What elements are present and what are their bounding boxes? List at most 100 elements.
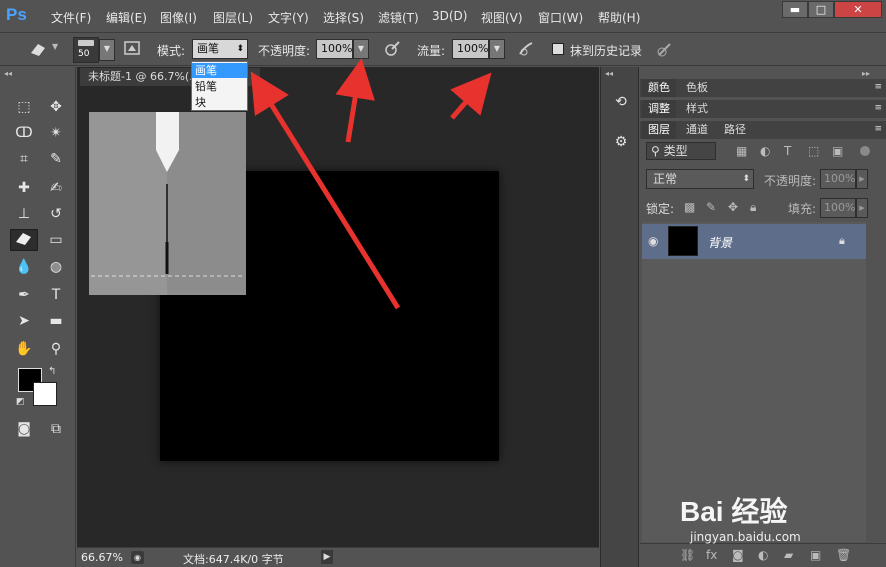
clone-stamp-tool-icon[interactable]: ⊥ bbox=[12, 203, 36, 225]
tab-paths[interactable]: 路径 bbox=[718, 121, 752, 139]
background-color-swatch[interactable] bbox=[33, 382, 57, 406]
gradient-tool-icon[interactable]: ▭ bbox=[44, 229, 68, 251]
flow-dropdown[interactable]: ▼ bbox=[489, 39, 505, 59]
healing-brush-tool-icon[interactable]: ✚ bbox=[12, 177, 36, 199]
filter-type-icon[interactable]: T bbox=[784, 144, 791, 158]
brush-preview-overlay bbox=[89, 112, 246, 295]
menu-type[interactable]: 文字(Y) bbox=[268, 9, 309, 26]
menu-3d[interactable]: 3D(D) bbox=[432, 9, 467, 23]
opacity-input[interactable]: 100% bbox=[316, 39, 353, 59]
menu-edit[interactable]: 编辑(E) bbox=[106, 9, 147, 26]
brush-preset-dropdown[interactable]: ▼ bbox=[99, 39, 115, 61]
magic-wand-tool-icon[interactable]: ✴ bbox=[44, 122, 68, 144]
layer-filter-select[interactable]: ⚲ 类型 bbox=[646, 142, 716, 160]
hand-tool-icon[interactable]: ✋ bbox=[12, 338, 36, 360]
status-share-icon[interactable]: ◉ bbox=[131, 551, 144, 564]
lock-transparent-icon[interactable]: ▩ bbox=[684, 200, 695, 214]
move-tool-icon[interactable]: ✥ bbox=[44, 96, 68, 118]
opacity-dropdown[interactable]: ▼ bbox=[353, 39, 369, 59]
panel-menu-icon[interactable]: ≡ bbox=[874, 82, 882, 92]
fill-input[interactable]: 100% bbox=[820, 198, 856, 218]
layer-opacity-dropdown[interactable]: ▶ bbox=[856, 169, 868, 189]
lock-image-icon[interactable]: ✎ bbox=[706, 200, 716, 214]
brush-tool-icon[interactable]: ✍ bbox=[44, 177, 68, 199]
collapse-dock-icon[interactable]: ▸▸ bbox=[862, 69, 870, 78]
watermark: Bai 经验 jingyan.baidu.com bbox=[680, 470, 880, 560]
menu-layer[interactable]: 图层(L) bbox=[213, 9, 253, 26]
tab-channels[interactable]: 通道 bbox=[680, 121, 714, 139]
airbrush-icon[interactable] bbox=[517, 40, 537, 60]
brush-preset-picker[interactable]: 50 bbox=[73, 37, 99, 63]
filter-toggle[interactable] bbox=[860, 146, 870, 156]
brush-preset-icon bbox=[78, 40, 94, 46]
sponge-tool-icon[interactable]: ◍ bbox=[44, 256, 68, 278]
pen-tool-icon[interactable]: ✒ bbox=[12, 284, 36, 306]
flow-input[interactable]: 100% bbox=[452, 39, 489, 59]
tab-swatches[interactable]: 色板 bbox=[680, 79, 714, 97]
quick-mask-icon[interactable]: ◙ bbox=[12, 418, 36, 440]
layer-name: 背景 bbox=[708, 236, 733, 250]
layer-opacity-input[interactable]: 100% bbox=[820, 169, 856, 189]
panel-menu-icon[interactable]: ≡ bbox=[874, 124, 882, 134]
eraser-icon[interactable] bbox=[28, 39, 48, 59]
menu-image[interactable]: 图像(I) bbox=[160, 9, 197, 26]
filter-pixel-icon[interactable]: ▦ bbox=[736, 144, 747, 158]
lasso-tool-icon[interactable]: ↀ bbox=[12, 122, 36, 144]
document-info: 文档:647.4K/0 字节 bbox=[183, 553, 284, 566]
blend-mode-select[interactable]: 正常 ⬍ bbox=[646, 169, 754, 189]
eraser-tool-icon[interactable] bbox=[10, 229, 38, 251]
menu-view[interactable]: 视图(V) bbox=[481, 9, 523, 26]
swap-colors-icon[interactable]: ↰ bbox=[48, 366, 56, 377]
minimize-button[interactable]: ▬ bbox=[782, 1, 808, 18]
ps-logo: Ps bbox=[6, 5, 27, 24]
type-tool-icon[interactable]: T bbox=[44, 284, 68, 306]
menu-help[interactable]: 帮助(H) bbox=[598, 9, 640, 26]
tab-layers[interactable]: 图层 bbox=[642, 121, 676, 139]
filter-smartobject-icon[interactable]: ▣ bbox=[832, 144, 843, 158]
properties-panel-icon[interactable]: ⚙ bbox=[609, 131, 633, 153]
mode-option-block[interactable]: 块 bbox=[192, 95, 247, 110]
mode-select[interactable]: 画笔 ⬍ bbox=[192, 39, 248, 59]
mode-option-pencil[interactable]: 铅笔 bbox=[192, 79, 247, 94]
screen-mode-icon[interactable]: ⧉ bbox=[44, 418, 68, 440]
eyedropper-tool-icon[interactable]: ✎ bbox=[44, 148, 68, 170]
tool-preset-chevron-icon[interactable]: ▼ bbox=[52, 42, 58, 51]
tab-adjustments[interactable]: 调整 bbox=[642, 100, 676, 118]
expand-panels-icon[interactable]: ◂◂ bbox=[605, 69, 613, 78]
rectangle-tool-icon[interactable]: ▬ bbox=[44, 310, 68, 332]
mode-option-brush[interactable]: 画笔 bbox=[192, 63, 247, 78]
zoom-tool-icon[interactable]: ⚲ bbox=[44, 338, 68, 360]
toggle-brush-panel-icon[interactable] bbox=[122, 39, 142, 59]
tab-color[interactable]: 颜色 bbox=[642, 79, 676, 97]
menu-select[interactable]: 选择(S) bbox=[323, 9, 364, 26]
history-panel-icon[interactable]: ⟲ bbox=[609, 91, 633, 113]
path-select-tool-icon[interactable]: ➤ bbox=[12, 310, 36, 332]
marquee-tool-icon[interactable]: ⬚ bbox=[12, 96, 36, 118]
erase-history-checkbox[interactable] bbox=[552, 43, 564, 55]
status-menu-arrow-icon[interactable]: ▶ bbox=[321, 550, 333, 564]
adjustments-panel-header: 调整 样式 ≡ bbox=[640, 100, 886, 118]
fill-dropdown[interactable]: ▶ bbox=[856, 198, 868, 218]
menu-filter[interactable]: 滤镜(T) bbox=[378, 9, 419, 26]
tab-styles[interactable]: 样式 bbox=[680, 100, 714, 118]
filter-adjustment-icon[interactable]: ◐ bbox=[760, 144, 770, 158]
lock-position-icon[interactable]: ✥ bbox=[728, 200, 738, 214]
panel-menu-icon[interactable]: ≡ bbox=[874, 103, 882, 113]
menu-window[interactable]: 窗口(W) bbox=[538, 9, 583, 26]
zoom-level[interactable]: 66.67% bbox=[81, 551, 123, 564]
eye-icon[interactable]: ◉ bbox=[648, 234, 658, 248]
filter-shape-icon[interactable]: ⬚ bbox=[808, 144, 819, 158]
default-colors-icon[interactable]: ◩ bbox=[16, 397, 25, 407]
close-button[interactable]: ✕ bbox=[834, 1, 882, 18]
blur-tool-icon[interactable]: 💧 bbox=[12, 256, 36, 278]
history-brush-tool-icon[interactable]: ↺ bbox=[44, 203, 68, 225]
lock-all-icon[interactable]: 🔒︎ bbox=[750, 200, 756, 215]
collapse-icon[interactable]: ◂◂ bbox=[4, 69, 12, 78]
maximize-button[interactable]: □ bbox=[808, 1, 834, 18]
crop-tool-icon[interactable]: ⌗ bbox=[12, 148, 36, 170]
layer-row-background[interactable]: ◉ 背景 🔒︎ bbox=[642, 224, 866, 259]
menu-file[interactable]: 文件(F) bbox=[51, 9, 91, 26]
pressure-opacity-icon[interactable] bbox=[382, 40, 402, 60]
search-icon: ⚲ bbox=[651, 144, 664, 158]
pressure-size-icon[interactable] bbox=[655, 40, 675, 60]
